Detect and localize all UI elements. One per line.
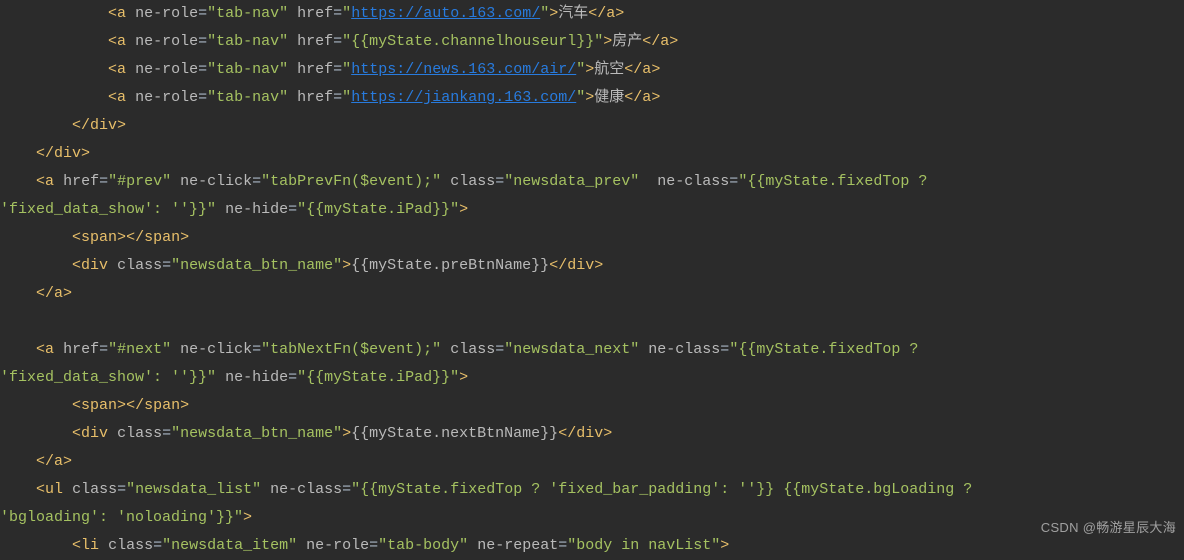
string-literal: "	[576, 89, 585, 106]
tag-name: span	[144, 229, 180, 246]
url-link[interactable]: https://news.163.com/air/	[351, 61, 576, 78]
code-line[interactable]: 'fixed_data_show': ''}}" ne-hide="{{mySt…	[0, 196, 1184, 224]
attr-name: class	[450, 341, 495, 358]
string-literal: "tab-nav"	[207, 33, 288, 50]
code-line[interactable]	[0, 308, 1184, 336]
code-line[interactable]: </div>	[0, 140, 1184, 168]
tag-name: a	[606, 5, 615, 22]
attr-name: href	[63, 341, 99, 358]
string-literal: "newsdata_list"	[126, 481, 261, 498]
string-literal: "tabNextFn($event);"	[261, 341, 441, 358]
tag-name: a	[54, 453, 63, 470]
string-literal: "tab-nav"	[207, 61, 288, 78]
string-literal: "#next"	[108, 341, 171, 358]
tag-name: a	[117, 61, 126, 78]
attr-name: ne-hide	[225, 369, 288, 386]
tag-name: a	[117, 5, 126, 22]
attr-name: class	[450, 173, 495, 190]
code-line[interactable]: </a>	[0, 280, 1184, 308]
attr-name: href	[297, 5, 333, 22]
code-line[interactable]: <a href="#prev" ne-click="tabPrevFn($eve…	[0, 168, 1184, 196]
code-line[interactable]: <span></span>	[0, 224, 1184, 252]
attr-name: ne-class	[648, 341, 720, 358]
string-literal: "{{myState.channelhouseurl}}"	[342, 33, 603, 50]
code-line[interactable]: </div>	[0, 112, 1184, 140]
tag-name: div	[567, 257, 594, 274]
string-literal: "tab-nav"	[207, 89, 288, 106]
string-literal: "{{myState.fixedTop ?	[738, 173, 927, 190]
attr-name: href	[63, 173, 99, 190]
url-link[interactable]: https://jiankang.163.com/	[351, 89, 576, 106]
string-literal: "newsdata_next"	[504, 341, 639, 358]
string-literal: "	[342, 5, 351, 22]
tag-name: a	[45, 173, 54, 190]
tag-name: a	[660, 33, 669, 50]
string-literal: "	[576, 61, 585, 78]
string-literal: "{{myState.iPad}}"	[297, 201, 459, 218]
attr-name: ne-class	[657, 173, 729, 190]
code-line[interactable]: <a ne-role="tab-nav" href="https://news.…	[0, 56, 1184, 84]
tag-name: a	[117, 33, 126, 50]
url-link[interactable]: https://auto.163.com/	[351, 5, 540, 22]
code-line[interactable]: <a ne-role="tab-nav" href="https://auto.…	[0, 0, 1184, 28]
tag-name: a	[642, 89, 651, 106]
attr-name: class	[117, 425, 162, 442]
string-literal: "newsdata_btn_name"	[171, 425, 342, 442]
tag-name: a	[45, 341, 54, 358]
tag-name: div	[81, 257, 108, 274]
code-line[interactable]: <a ne-role="tab-nav" href="https://jiank…	[0, 84, 1184, 112]
attr-name: class	[72, 481, 117, 498]
code-line[interactable]: <ul class="newsdata_list" ne-class="{{my…	[0, 476, 1184, 504]
code-line[interactable]: <a ne-role="tab-nav" href="{{myState.cha…	[0, 28, 1184, 56]
string-literal: "	[342, 89, 351, 106]
tag-name: span	[81, 397, 117, 414]
tag-name: div	[81, 425, 108, 442]
tag-name: div	[90, 117, 117, 134]
code-line[interactable]: <div class="newsdata_btn_name">{{myState…	[0, 420, 1184, 448]
string-literal: "{{myState.fixedTop ? 'fixed_bar_padding…	[351, 481, 972, 498]
tag-name: a	[642, 61, 651, 78]
tag-name: a	[117, 89, 126, 106]
tag-name: a	[54, 285, 63, 302]
attr-name: ne-role	[135, 61, 198, 78]
string-literal: "{{myState.iPad}}"	[297, 369, 459, 386]
string-literal: "	[540, 5, 549, 22]
attr-name: href	[297, 89, 333, 106]
attr-name: href	[297, 33, 333, 50]
attr-name: ne-class	[270, 481, 342, 498]
code-line[interactable]: 'fixed_data_show': ''}}" ne-hide="{{mySt…	[0, 364, 1184, 392]
string-literal: "#prev"	[108, 173, 171, 190]
attr-name: ne-role	[135, 89, 198, 106]
code-line[interactable]: 'bgloading': 'noloading'}}">	[0, 504, 1184, 532]
tag-name: div	[54, 145, 81, 162]
string-literal: "{{myState.fixedTop ?	[729, 341, 918, 358]
string-literal: "tabPrevFn($event);"	[261, 173, 441, 190]
attr-name: ne-click	[180, 173, 252, 190]
string-literal: "	[342, 61, 351, 78]
code-line[interactable]: <li class="newsdata_item" ne-role="tab-b…	[0, 532, 1184, 560]
attr-name: ne-hide	[225, 201, 288, 218]
code-line[interactable]: <a href="#next" ne-click="tabNextFn($eve…	[0, 336, 1184, 364]
string-literal: "newsdata_btn_name"	[171, 257, 342, 274]
tag-name: span	[81, 229, 117, 246]
code-editor[interactable]: <a ne-role="tab-nav" href="https://auto.…	[0, 0, 1184, 560]
code-line[interactable]: <div class="newsdata_btn_name">{{myState…	[0, 252, 1184, 280]
string-literal: "newsdata_prev"	[504, 173, 639, 190]
watermark-label: CSDN @畅游星辰大海	[1041, 514, 1176, 542]
attr-name: ne-role	[135, 33, 198, 50]
string-literal: 'fixed_data_show': ''}}"	[0, 201, 216, 218]
string-literal: 'bgloading': 'noloading'}}"	[0, 509, 243, 526]
attr-name: href	[297, 61, 333, 78]
string-literal: 'fixed_data_show': ''}}"	[0, 369, 216, 386]
tag-name: span	[144, 397, 180, 414]
tag-name: ul	[45, 481, 63, 498]
attr-name: class	[117, 257, 162, 274]
code-line[interactable]: <span></span>	[0, 392, 1184, 420]
tag-name: div	[576, 425, 603, 442]
string-literal: "tab-nav"	[207, 5, 288, 22]
code-line[interactable]: </a>	[0, 448, 1184, 476]
attr-name: ne-click	[180, 341, 252, 358]
attr-name: ne-role	[135, 5, 198, 22]
